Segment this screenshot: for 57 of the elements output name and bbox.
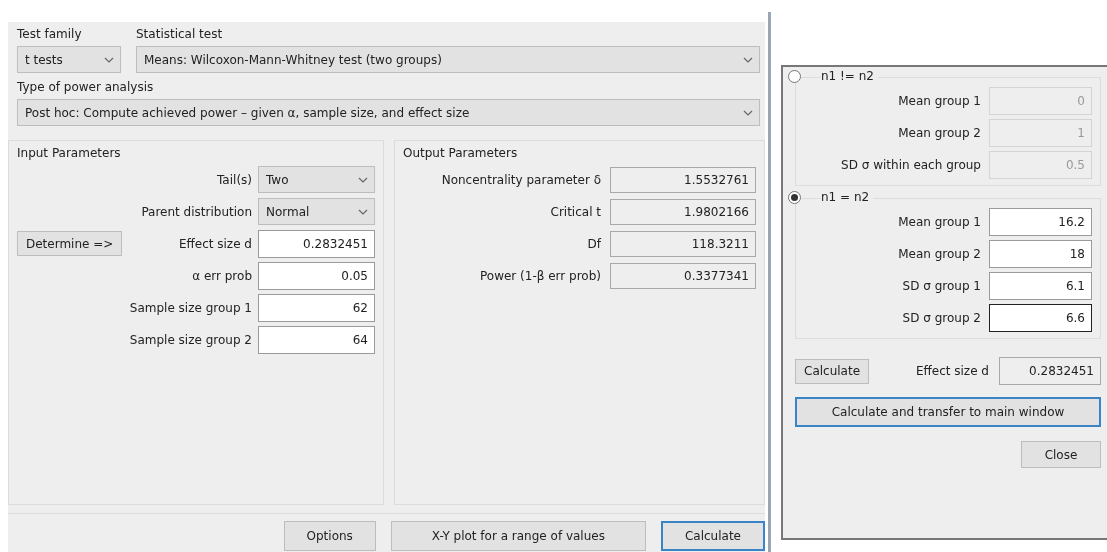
option-label: n1 = n2 [821, 190, 874, 204]
output-field: 118.3211 [610, 230, 756, 257]
field-label: Df [587, 236, 601, 251]
field-label: Critical t [550, 204, 601, 219]
field-label: α err prob [192, 268, 252, 283]
chevron-icon [104, 56, 114, 63]
output-field: 0.3377341 [610, 262, 756, 289]
test-family-dropdown[interactable]: t tests [17, 46, 121, 73]
field-label: Effect size d [915, 364, 989, 378]
parameter-dropdown[interactable]: Normal [258, 198, 375, 225]
radio-button[interactable] [788, 190, 801, 204]
field-label: Mean group 2 [898, 125, 981, 140]
field-label: Mean group 2 [898, 246, 981, 261]
action-button[interactable]: X-Y plot for a range of values [390, 521, 646, 551]
chevron-icon [743, 56, 753, 63]
determine-button[interactable]: Determine => [17, 231, 123, 256]
parameter-dropdown[interactable]: Two [258, 166, 375, 193]
close-button[interactable]: Close [1021, 441, 1101, 468]
field-label: Tail(s) [217, 172, 252, 187]
input-field[interactable]: 0.2832451 [258, 229, 375, 258]
chevron-icon [358, 208, 368, 215]
output-field: 1.9802166 [610, 198, 756, 225]
output-field: 0.2832451 [999, 357, 1101, 385]
calculate-button[interactable]: Calculate [795, 358, 870, 384]
panel-title: Output Parameters [403, 145, 519, 161]
field-label: SD σ group 2 [902, 310, 981, 325]
input-field[interactable]: 6.6 [989, 303, 1092, 332]
transfer-button[interactable]: Calculate and transfer to main window [795, 397, 1101, 427]
field-label: Power (1-β err prob) [480, 268, 601, 283]
field-label: Mean group 1 [898, 214, 981, 229]
output-field: 1.5532761 [610, 166, 756, 193]
action-button[interactable]: Calculate [660, 521, 765, 551]
group-label: Statistical test [136, 26, 224, 42]
field-label: Sample size group 1 [129, 300, 252, 315]
input-field[interactable]: 64 [258, 325, 375, 354]
group-label: Type of power analysis [17, 79, 155, 95]
chevron-icon [358, 176, 368, 183]
field-label: Mean group 1 [898, 93, 981, 108]
field-label: Noncentrality parameter δ [441, 172, 601, 187]
input-field[interactable]: 62 [258, 293, 375, 322]
field-label: SD σ group 1 [902, 278, 981, 293]
field-label: SD σ within each group [841, 157, 981, 172]
statistical-test-dropdown[interactable]: Means: Wilcoxon-Mann-Whitney test (two groups) [136, 46, 760, 73]
radio-button[interactable] [788, 69, 801, 83]
option-label: n1 != n2 [821, 69, 878, 83]
input-field[interactable]: 16.2 [989, 207, 1092, 236]
input-field[interactable]: 6.1 [989, 271, 1092, 300]
field-label: Sample size group 2 [129, 332, 252, 347]
input-field[interactable]: 0.05 [258, 261, 375, 290]
input-field[interactable]: 18 [989, 239, 1092, 268]
action-button[interactable]: Options [283, 521, 376, 551]
field-label: Effect size d [178, 236, 252, 251]
power-analysis-dropdown[interactable]: Post hoc: Compute achieved power – given α, sample size, and effect size [17, 99, 760, 126]
group-label: Test family [17, 26, 83, 42]
chevron-icon [743, 109, 753, 116]
field-label: Parent distribution [141, 204, 252, 219]
panel-title: Input Parameters [17, 145, 122, 161]
